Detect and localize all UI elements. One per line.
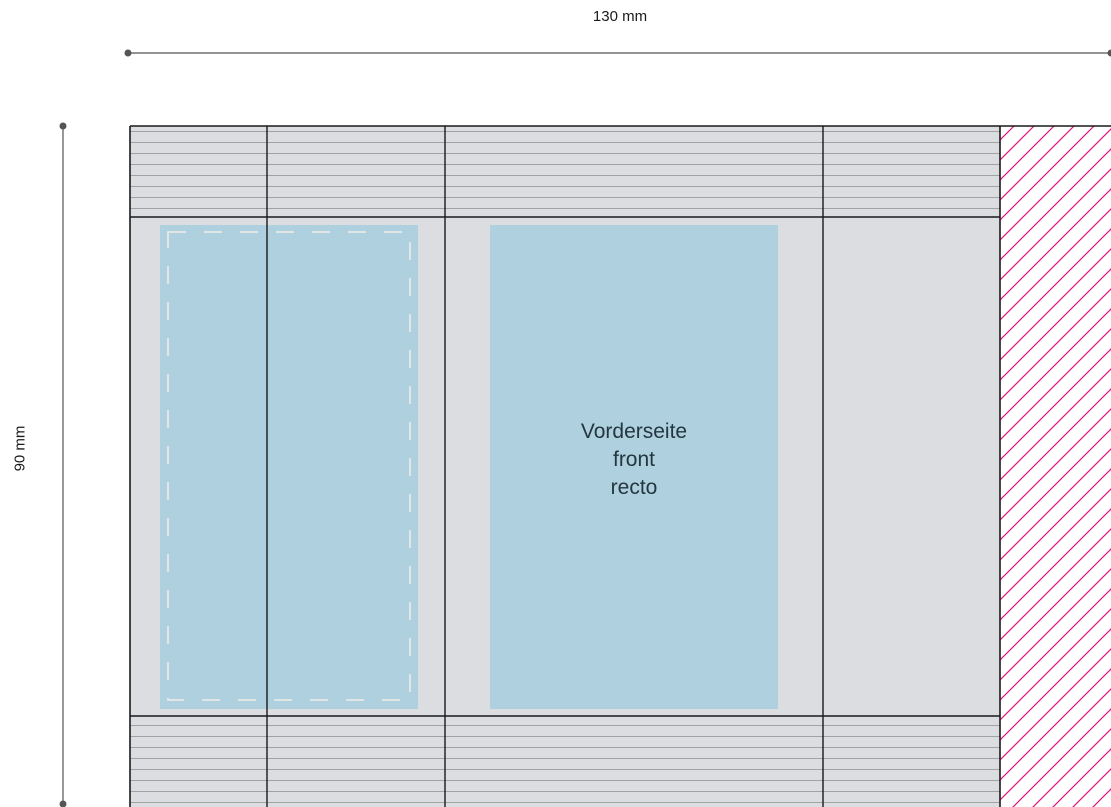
glue-strip-hatched (1000, 126, 1111, 807)
front-label-french: recto (610, 476, 658, 499)
width-dimension-start-dot (124, 49, 132, 57)
height-dimension-line (59, 122, 67, 807)
width-dimension-end-dot (1107, 49, 1111, 57)
front-label-english: front (612, 448, 656, 471)
width-dimension-line (124, 49, 1111, 57)
width-dimension-label: 130 mm (592, 8, 648, 25)
front-panel-label: Vorderseite front recto (490, 418, 778, 502)
front-label-german: Vorderseite (580, 420, 688, 443)
bottom-flap-stripes (130, 716, 1000, 807)
back-print-area (160, 225, 418, 709)
height-dimension-label: 90 mm (11, 425, 29, 472)
top-flap-stripes (130, 126, 1000, 217)
height-dimension-end-dot (59, 800, 67, 807)
height-dimension-start-dot (59, 122, 67, 130)
dieline-diagram (59, 49, 1111, 807)
